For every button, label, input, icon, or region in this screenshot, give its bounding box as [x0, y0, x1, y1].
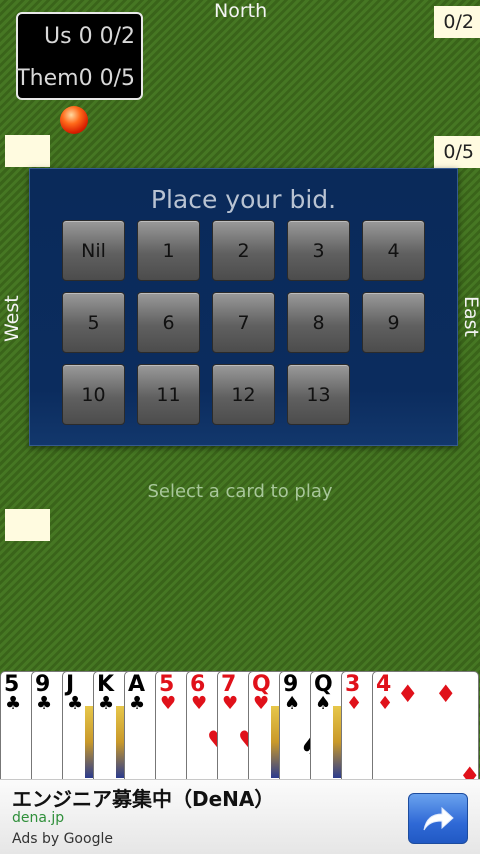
bid-button-9[interactable]: 9 [362, 292, 425, 353]
bid-button-4[interactable]: 4 [362, 220, 425, 281]
heart-icon: ♥ [160, 693, 177, 714]
west-tricks-badge [5, 135, 50, 167]
player-east-label: East [460, 296, 480, 337]
bid-button-3[interactable]: 3 [287, 220, 350, 281]
heart-icon: ♥ [191, 693, 208, 714]
player-west-label: West [1, 295, 23, 342]
diamond-pip-icon: ♦ [397, 680, 419, 708]
score-them-bags: 0/5 [99, 66, 135, 91]
bid-button-11[interactable]: 11 [137, 364, 200, 425]
score-us-label: Us [44, 24, 72, 49]
diamond-icon: ♦ [377, 693, 394, 714]
club-icon: ♣ [36, 693, 53, 714]
share-arrow-icon [423, 806, 454, 830]
score-them-row: Them0 0/5 [16, 66, 135, 91]
bid-dialog-title: Place your bid. [150, 185, 337, 214]
ad-headline[interactable]: エンジニア募集中（DeNA） [12, 783, 274, 812]
bid-button-13[interactable]: 13 [287, 364, 350, 425]
play-hint-text: Select a card to play [147, 481, 333, 502]
diamond-pip-icon: ♦ [435, 680, 457, 708]
ad-banner[interactable]: エンジニア募集中（DeNA） dena.jp Ads by Google [0, 779, 480, 854]
ad-attribution: Ads by Google [12, 831, 113, 847]
heart-icon: ♥ [253, 693, 270, 714]
south-tricks-badge [5, 509, 50, 541]
bid-button-nil[interactable]: Nil [62, 220, 125, 281]
score-them-points: 0 [78, 66, 93, 91]
score-us-bags: 0/2 [99, 24, 135, 49]
diamond-icon: ♦ [346, 693, 363, 714]
score-us-points: 0 [78, 24, 93, 49]
score-panel: Us 0 0/2 Them0 0/5 [16, 12, 143, 100]
bid-button-7[interactable]: 7 [212, 292, 275, 353]
dealer-marker-icon [60, 106, 88, 134]
bid-dialog: Place your bid. Nil 1 2 3 4 5 6 7 8 9 10… [29, 168, 458, 446]
bid-button-8[interactable]: 8 [287, 292, 350, 353]
player-north-label: North [214, 0, 268, 22]
club-icon: ♣ [129, 693, 146, 714]
bid-button-1[interactable]: 1 [137, 220, 200, 281]
spade-icon: ♠ [284, 693, 301, 714]
ad-url[interactable]: dena.jp [12, 810, 64, 826]
score-us-row: Us 0 0/2 [44, 24, 135, 49]
bid-button-6[interactable]: 6 [137, 292, 200, 353]
heart-icon: ♥ [222, 693, 239, 714]
bid-button-12[interactable]: 12 [212, 364, 275, 425]
bid-button-10[interactable]: 10 [62, 364, 125, 425]
player-hand: 5 ♣ 9 ♣ J ♣ K ♣ A ♣ 5 ♥ 6 ♥ ♥ 7 ♥ ♥ Q ♥ … [0, 671, 480, 821]
score-them-label: Them [16, 66, 79, 91]
club-icon: ♣ [98, 693, 115, 714]
spade-icon: ♠ [315, 693, 332, 714]
bid-button-5[interactable]: 5 [62, 292, 125, 353]
ad-open-button[interactable] [408, 793, 468, 844]
east-tricks-badge: 0/5 [434, 136, 480, 168]
north-tricks-badge: 0/2 [434, 6, 480, 38]
club-icon: ♣ [67, 693, 84, 714]
club-icon: ♣ [5, 693, 22, 714]
bid-button-2[interactable]: 2 [212, 220, 275, 281]
